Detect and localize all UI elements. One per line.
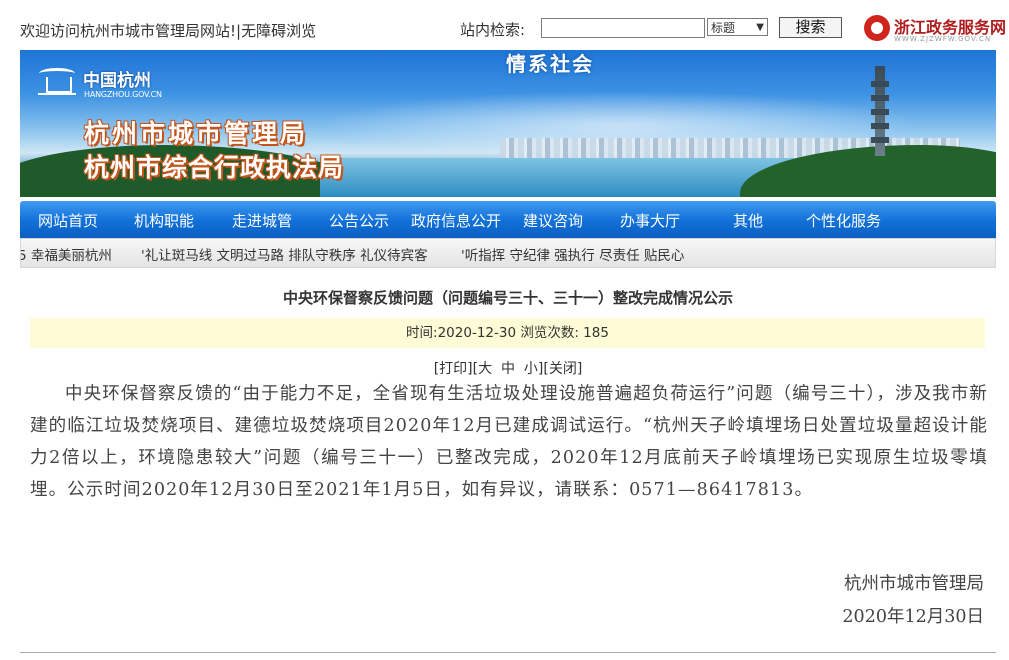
ticker-message[interactable]: '礼让斑马线 文明过马路 排队守秩序 礼仪待宾客 — [141, 244, 428, 264]
welcome-message: 欢迎访问杭州市城市管理局网站! — [20, 22, 237, 40]
hangzhou-logo-icon — [36, 64, 78, 100]
nav-item-about[interactable]: 走进城管 — [232, 210, 292, 231]
font-size-large-link[interactable]: 大 — [478, 361, 492, 377]
font-size-medium-link[interactable]: 中 — [501, 361, 515, 377]
close-link[interactable]: [关闭] — [543, 361, 582, 377]
article-meta: 时间:2020-12-30 浏览次数: 185 — [30, 318, 985, 348]
search-label: 站内检索: — [460, 21, 526, 39]
banner-tagline: 情系社会 — [506, 52, 594, 76]
top-bar: 欢迎访问杭州市城市管理局网站!|无障碍浏览 站内检索: 标题 ▼ 搜索 浙江政务… — [0, 0, 1009, 46]
search-scope-select[interactable]: 标题 ▼ — [707, 18, 768, 36]
nav-item-notices[interactable]: 公告公示 — [329, 210, 389, 231]
welcome-text: 欢迎访问杭州市城市管理局网站!|无障碍浏览 — [20, 20, 316, 41]
zjzwfw-logo-url: WWW.ZJZWFW.GOV.CN — [894, 35, 992, 43]
article-title: 中央环保督察反馈问题（问题编号三十、三十一）整改完成情况公示 — [282, 289, 733, 307]
article-body: 中央环保督察反馈的“由于能力不足，全省现有生活垃圾处理设施普遍超负荷运行”问题（… — [30, 384, 988, 500]
nav-item-home[interactable]: 网站首页 — [38, 210, 98, 231]
article-tools: [打印][大 中 小][关闭] — [20, 358, 996, 378]
banner-title-line2: 杭州市综合行政执法局 — [84, 153, 345, 182]
page: 欢迎访问杭州市城市管理局网站!|无障碍浏览 站内检索: 标题 ▼ 搜索 浙江政务… — [0, 0, 1009, 660]
hangzhou-logo-name: 中国杭州 — [83, 71, 151, 91]
nav-item-functions[interactable]: 机构职能 — [134, 210, 194, 231]
nav-item-suggestions[interactable]: 建议咨询 — [523, 210, 583, 231]
signature-org: 杭州市城市管理局 — [844, 574, 984, 594]
content-divider — [20, 652, 996, 653]
banner-tower — [871, 66, 889, 156]
slogan-ticker: 5 幸福美丽杭州 '礼让斑马线 文明过马路 排队守秩序 礼仪待宾客 '听指挥 守… — [20, 238, 996, 268]
search-input[interactable] — [541, 18, 705, 38]
main-nav: 网站首页 机构职能 走进城管 公告公示 政府信息公开 建议咨询 办事大厅 其他 … — [20, 201, 996, 238]
search-button[interactable]: 搜索 — [779, 17, 842, 38]
search-scope-value: 标题 — [711, 21, 736, 35]
nav-item-service-hall[interactable]: 办事大厅 — [620, 210, 680, 231]
site-banner: 情系社会 中国杭州 HANGZHOU.GOV.CN 杭州市城市管理局 杭州市综合… — [20, 50, 996, 197]
dropdown-arrow-icon: ▼ — [756, 22, 764, 33]
print-link[interactable]: [打印] — [434, 361, 473, 377]
zjzwfw-logo[interactable]: 浙江政务服务网 WWW.ZJZWFW.GOV.CN — [860, 12, 1009, 46]
font-size-small-link[interactable]: 小 — [524, 361, 538, 377]
signature-date: 2020年12月30日 — [842, 607, 984, 627]
zjzwfw-emblem-icon — [864, 15, 890, 41]
hangzhou-logo-domain: HANGZHOU.GOV.CN — [84, 90, 162, 99]
accessibility-link[interactable]: |无障碍浏览 — [236, 22, 316, 40]
nav-item-other[interactable]: 其他 — [733, 210, 763, 231]
article-content: 中央环保督察反馈问题（问题编号三十、三十一）整改完成情况公示 时间:2020-1… — [20, 270, 996, 660]
nav-item-gov-info[interactable]: 政府信息公开 — [411, 210, 501, 231]
ticker-message[interactable]: 5 幸福美丽杭州 — [21, 244, 112, 264]
ticker-message[interactable]: '听指挥 守纪律 强执行 尽责任 贴民心 — [461, 244, 684, 264]
banner-title-line1: 杭州市城市管理局 — [84, 119, 309, 148]
nav-item-personalized[interactable]: 个性化服务 — [806, 210, 881, 231]
